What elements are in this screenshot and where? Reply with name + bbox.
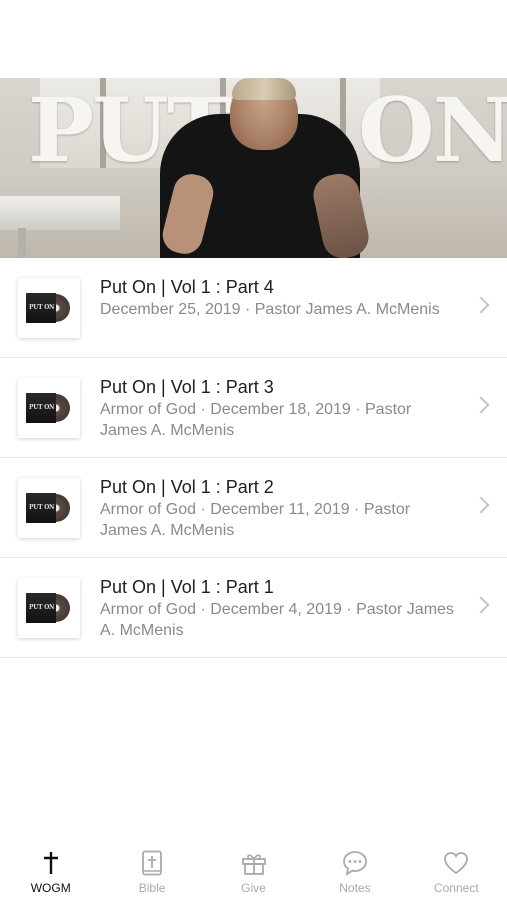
episode-row[interactable]: PUT ON Put On | Vol 1 : Part 1 Armor of … (0, 558, 507, 658)
thumbnail-text: PUT ON (29, 304, 55, 311)
tab-label: WOGM (30, 881, 71, 895)
bible-icon (139, 850, 165, 876)
chevron-right-icon (472, 496, 490, 514)
tab-wogm[interactable]: WOGM (0, 838, 101, 900)
episode-row[interactable]: PUT ON Put On | Vol 1 : Part 2 Armor of … (0, 458, 507, 558)
episode-subtitle: December 25, 2019 · Pastor James A. McMe… (100, 301, 440, 318)
tab-bible[interactable]: Bible (101, 838, 202, 900)
episode-title: Put On | Vol 1 : Part 2 (100, 477, 274, 497)
thumbnail-text: PUT ON (29, 404, 55, 411)
tab-label: Notes (339, 881, 371, 895)
episode-row[interactable]: PUT ON Put On | Vol 1 : Part 3 Armor of … (0, 358, 507, 458)
chevron-right-icon (472, 296, 490, 314)
episode-row[interactable]: PUT ON Put On | Vol 1 : Part 4 December … (0, 258, 507, 358)
tab-connect[interactable]: Connect (406, 838, 507, 900)
episode-subtitle: Armor of God · December 11, 2019 · Pasto… (100, 501, 411, 539)
episode-list: PUT ON Put On | Vol 1 : Part 4 December … (0, 258, 507, 658)
hero-table (0, 196, 120, 230)
tab-label: Give (241, 881, 266, 895)
episode-subtitle: Armor of God · December 18, 2019 · Pasto… (100, 401, 412, 439)
tab-label: Connect (433, 881, 479, 895)
episode-title: Put On | Vol 1 : Part 4 (100, 277, 274, 297)
heart-icon (443, 850, 469, 876)
tab-label: Bible (138, 881, 166, 895)
bottom-tab-bar: WOGM Bible Give Notes Connect (0, 838, 507, 900)
episode-title: Put On | Vol 1 : Part 1 (100, 577, 274, 597)
chevron-right-icon (472, 596, 490, 614)
hero-title-right: ON (358, 78, 507, 182)
hero-person-hair (232, 78, 296, 100)
status-bar (0, 0, 507, 78)
episode-thumbnail: PUT ON (18, 578, 80, 638)
thumbnail-text: PUT ON (29, 504, 55, 511)
thumbnail-text: PUT ON (29, 604, 55, 611)
cross-icon (38, 850, 64, 876)
episode-title: Put On | Vol 1 : Part 3 (100, 377, 274, 397)
chat-bubble-icon (342, 850, 368, 876)
episode-thumbnail: PUT ON (18, 278, 80, 338)
gift-icon (241, 850, 267, 876)
episode-thumbnail: PUT ON (18, 478, 80, 538)
episode-subtitle: Armor of God · December 4, 2019 · Pastor… (100, 601, 454, 639)
episode-thumbnail: PUT ON (18, 378, 80, 438)
chevron-right-icon (472, 396, 490, 414)
tab-notes[interactable]: Notes (304, 838, 405, 900)
tab-give[interactable]: Give (203, 838, 304, 900)
hero-table-leg (18, 228, 26, 258)
series-hero-banner: PUT ON (0, 78, 507, 258)
